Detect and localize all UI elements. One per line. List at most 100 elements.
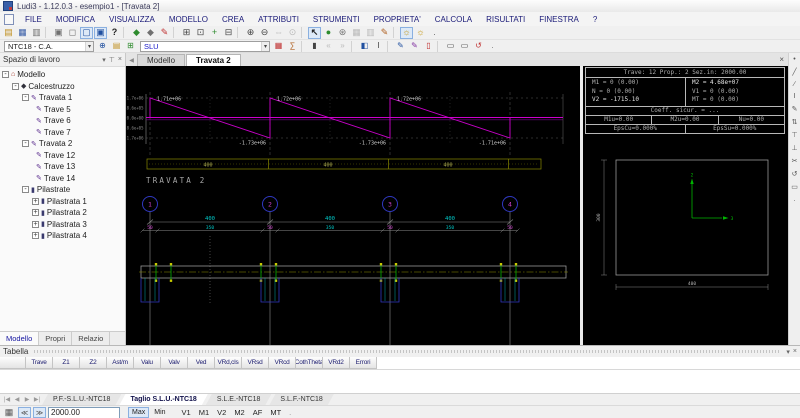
align-top-tool-icon[interactable]: ⊤: [791, 131, 797, 139]
bulb-off-icon[interactable]: ☼: [414, 27, 427, 39]
grid-icon[interactable]: ⊞: [180, 27, 193, 39]
annotate-icon[interactable]: ✎: [378, 27, 391, 39]
report-icon[interactable]: ▥: [364, 27, 377, 39]
bulb-on-icon[interactable]: ☼: [400, 26, 413, 39]
more-tools-icon[interactable]: .: [794, 196, 796, 203]
align-bottom-tool-icon[interactable]: ⊥: [791, 144, 797, 152]
section-next-icon[interactable]: ≫: [33, 407, 46, 418]
section-canvas[interactable]: Trave: 12 Prop.: 2 Sez.in: 2000.00 M1 = …: [583, 66, 788, 345]
render-flat-icon[interactable]: ◆: [144, 27, 157, 39]
save-icon[interactable]: ▦: [16, 27, 29, 39]
chevron-down-icon[interactable]: ▾: [260, 41, 269, 51]
expand-icon[interactable]: -: [22, 186, 29, 194]
bar-icon[interactable]: ▮: [308, 41, 321, 52]
tree-item-trave-12[interactable]: ✎ Trave 12: [0, 150, 125, 162]
min-button[interactable]: Min: [151, 407, 168, 418]
polyline-tool-icon[interactable]: ∕: [794, 81, 795, 88]
menu-modello[interactable]: MODELLO: [162, 15, 215, 24]
column-header-vrdcls[interactable]: VRd,cls: [215, 357, 242, 369]
cut-tool-icon[interactable]: ✂: [792, 157, 798, 165]
chevron-down-icon[interactable]: ▾: [102, 56, 106, 64]
menu-proprieta[interactable]: PROPRIETA': [367, 15, 428, 24]
close-icon[interactable]: ×: [118, 56, 122, 64]
column-header-trave[interactable]: Trave: [26, 357, 53, 369]
tree-item-pilastrate[interactable]: - ▮ Pilastrate: [0, 184, 125, 196]
gear-icon[interactable]: ⊛: [336, 27, 349, 39]
sheet-tab-pf-slu[interactable]: P.F.-S.L.U.-NTC18: [42, 394, 121, 405]
tree-item-travata-2[interactable]: - ✎ Travata 2: [0, 138, 125, 150]
point-tool-icon[interactable]: •: [793, 56, 795, 63]
section-view-icon[interactable]: ◧: [358, 41, 371, 52]
menu-calcola[interactable]: CALCOLA: [428, 15, 479, 24]
document-icon[interactable]: [4, 13, 14, 25]
expand-icon[interactable]: +: [32, 197, 39, 205]
print-preview-icon[interactable]: ◻: [66, 27, 79, 39]
tab-modello[interactable]: Modello: [0, 332, 40, 345]
tree-item-trave-6[interactable]: ✎ Trave 6: [0, 115, 125, 127]
column-header-errori[interactable]: Errori: [350, 357, 377, 369]
section-position-input[interactable]: [48, 406, 120, 418]
chevron-down-icon[interactable]: ▾: [84, 41, 93, 51]
tree-item-trave-14[interactable]: ✎ Trave 14: [0, 173, 125, 185]
load-combination-combobox[interactable]: SLU ▾: [140, 40, 270, 52]
prev-icon[interactable]: «: [322, 41, 335, 52]
column-header-z2[interactable]: Z2: [80, 357, 107, 369]
pen-purple-icon[interactable]: ✎: [408, 41, 421, 52]
result-table-icon[interactable]: ▦: [272, 41, 285, 52]
flip-tool-icon[interactable]: ⇅: [792, 118, 798, 126]
m1-button[interactable]: M1: [196, 407, 212, 418]
tree-item-trave-5[interactable]: ✎ Trave 5: [0, 104, 125, 116]
close-icon[interactable]: ×: [793, 348, 797, 356]
drawing-canvas[interactable]: 1.7e+06 8.6e+05 0.0e+00 -8.6e+05 -1.7e+0…: [124, 66, 580, 345]
pin-icon[interactable]: ⊤: [109, 56, 115, 64]
table-body[interactable]: [0, 370, 800, 393]
line-tool-icon[interactable]: ╱: [792, 68, 796, 76]
menu-modifica[interactable]: MODIFICA: [49, 15, 102, 24]
chevron-down-icon[interactable]: ▾: [786, 348, 790, 356]
sheet-tab-taglio-slu[interactable]: Taglio S.L.U.-NTC18: [119, 394, 207, 405]
pen-blue-icon[interactable]: ✎: [394, 41, 407, 52]
toolbar2-overflow-icon[interactable]: .: [486, 41, 499, 52]
tree-item-pilastrata-3[interactable]: + ▮ Pilastrata 3: [0, 219, 125, 231]
table-view-icon[interactable]: ▦: [350, 27, 363, 39]
snap-icon[interactable]: ⊡: [194, 27, 207, 39]
section-prev-icon[interactable]: ≪: [18, 407, 31, 418]
pencil-tool-icon[interactable]: ✎: [792, 105, 798, 113]
tab-scroll-left-icon[interactable]: ◀: [126, 55, 137, 66]
prev-sheet-icon[interactable]: ◀: [12, 396, 22, 403]
envelope-icon[interactable]: ▤: [110, 41, 123, 52]
tree-item-modello[interactable]: - ⌂ Modello: [0, 69, 125, 81]
expand-icon[interactable]: -: [22, 140, 29, 148]
render-solid-icon[interactable]: ◆: [130, 27, 143, 39]
max-button[interactable]: Max: [128, 407, 150, 418]
menu-help[interactable]: ?: [586, 15, 604, 24]
panel-grip[interactable]: [34, 350, 781, 353]
tree-item-pilastrata-1[interactable]: + ▮ Pilastrata 1: [0, 196, 125, 208]
menu-crea[interactable]: CREA: [215, 15, 251, 24]
close-icon[interactable]: ×: [779, 55, 784, 64]
tree-item-travata-1[interactable]: - ✎ Travata 1: [0, 92, 125, 104]
column-header-vrcd[interactable]: VRcd: [269, 357, 296, 369]
print-icon[interactable]: ▣: [52, 27, 65, 39]
sheet-tab-sle[interactable]: S.L.E.-NTC18: [206, 394, 272, 405]
mt-button[interactable]: MT: [267, 407, 284, 418]
zoom-in-icon[interactable]: ⊕: [244, 27, 257, 39]
combine-icon[interactable]: ⊕: [96, 41, 109, 52]
v2-button[interactable]: V2: [214, 407, 229, 418]
sheet-tab-slf[interactable]: S.L.F.-NTC18: [269, 394, 333, 405]
zoom-out-icon[interactable]: ⊖: [258, 27, 271, 39]
add-entity-icon[interactable]: +: [208, 27, 221, 39]
select-cursor-icon[interactable]: ↖: [308, 26, 321, 39]
table-report-icon[interactable]: ▦: [2, 407, 16, 418]
load-cases-icon[interactable]: ⊞: [124, 41, 137, 52]
remove-entity-icon[interactable]: ⊟: [222, 27, 235, 39]
edit-pencil-icon[interactable]: ✎: [158, 27, 171, 39]
pan-icon[interactable]: ⇔: [272, 27, 285, 39]
dashed-rect-icon[interactable]: ▭: [444, 41, 457, 52]
view-model-icon[interactable]: ▢: [80, 26, 93, 39]
dashed-rect2-icon[interactable]: ▭: [458, 41, 471, 52]
column-header-z1[interactable]: Z1: [53, 357, 80, 369]
column-header-vrsd[interactable]: VRsd: [242, 357, 269, 369]
refresh-icon[interactable]: ↺: [472, 41, 485, 52]
tree-item-pilastrata-2[interactable]: + ▮ Pilastrata 2: [0, 207, 125, 219]
